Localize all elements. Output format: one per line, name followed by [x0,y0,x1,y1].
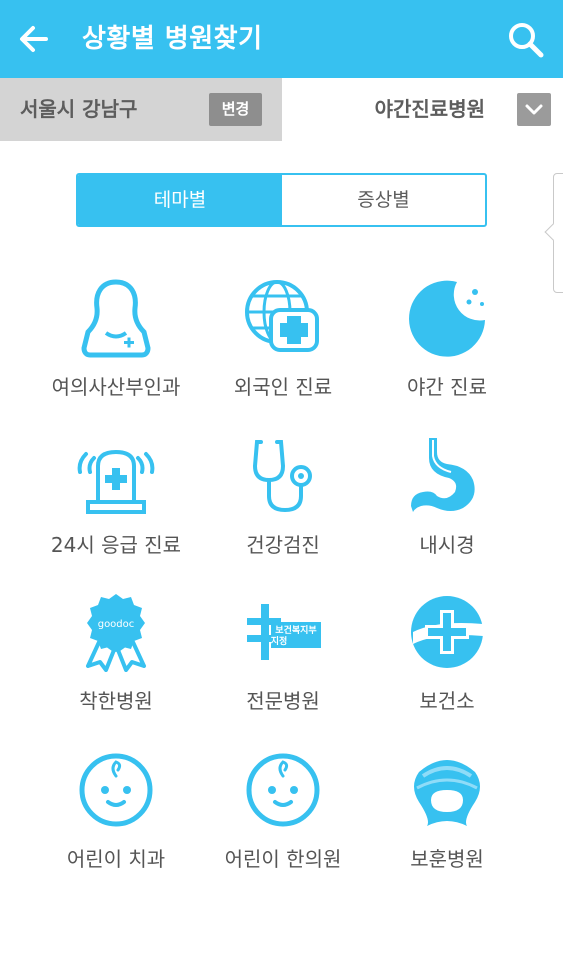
baby-face-icon [79,753,153,827]
moon-icon [409,280,485,357]
public-health-center-icon [411,596,483,668]
side-drawer-handle[interactable] [544,173,563,293]
back-button[interactable] [14,20,54,58]
category-checkup[interactable]: 건강검진 [198,436,368,576]
search-button[interactable] [506,20,546,60]
stethoscope-icon [252,440,312,513]
search-icon [509,23,544,58]
category-label: 내시경 [419,533,475,557]
category-label: 보훈병원 [410,847,484,871]
specialty-hospital-icon: 보건복지부 지정 [247,604,321,660]
hospital-type-select[interactable]: 야간진료병원 [300,92,485,126]
award-badge-icon: goodoc [86,594,146,672]
tab-theme[interactable]: 테마별 [78,175,282,225]
category-label: 어린이 한의원 [224,847,342,871]
category-label: 보건소 [419,689,475,713]
category-night[interactable]: 야간 진료 [362,278,532,418]
category-label: 외국인 진료 [233,375,333,399]
category-veterans[interactable]: 보훈병원 [362,750,532,890]
emergency-siren-icon [77,449,155,514]
ministry-seal-text: 보건복지부 [275,624,316,636]
region-label: 서울시 강남구 [20,97,138,121]
change-region-button[interactable]: 변경 [209,93,262,126]
category-24h-emergency[interactable]: 24시 응급 진료 [31,436,201,576]
category-label: 24시 응급 진료 [50,533,182,557]
badge-logo-text: goodoc [98,619,135,630]
category-endoscopy[interactable]: 내시경 [362,436,532,576]
drawer-notch [544,223,562,241]
female-doctor-icon [81,279,151,358]
hospital-type-dropdown-button[interactable] [517,93,551,126]
globe-medical-icon [245,280,319,352]
stomach-icon [411,438,475,512]
category-label: 여의사산부인과 [51,375,181,399]
baby-face-icon [246,753,320,827]
category-label: 야간 진료 [407,375,487,399]
category-foreigner[interactable]: 외국인 진료 [198,278,368,418]
filter-bar: 서울시 강남구 변경 야간진료병원 [0,78,563,141]
category-health-center[interactable]: 보건소 [362,592,532,732]
category-specialty[interactable]: 보건복지부 지정 전문병원 [198,592,368,732]
segmented-tabs: 테마별 증상별 [76,173,487,227]
ministry-seal-subtext: 지정 [271,635,288,647]
category-label: 전문병원 [246,689,320,713]
category-kids-dental[interactable]: 어린이 치과 [31,750,201,890]
veterans-hospital-icon [414,760,480,826]
category-good-hospital[interactable]: goodoc 착한병원 [31,592,201,732]
region-panel: 서울시 강남구 변경 [0,78,282,141]
category-label: 착한병원 [79,689,153,713]
category-female-obgyn[interactable]: 여의사산부인과 [31,278,201,418]
category-label: 어린이 치과 [66,847,166,871]
category-label: 건강검진 [246,533,320,557]
arrow-left-icon [20,26,48,52]
chevron-down-icon [525,104,543,115]
page-title: 상황별 병원찾기 [82,24,263,54]
app-bar: 상황별 병원찾기 [0,0,563,78]
category-kids-oriental[interactable]: 어린이 한의원 [198,750,368,890]
tab-symptom[interactable]: 증상별 [282,175,485,225]
